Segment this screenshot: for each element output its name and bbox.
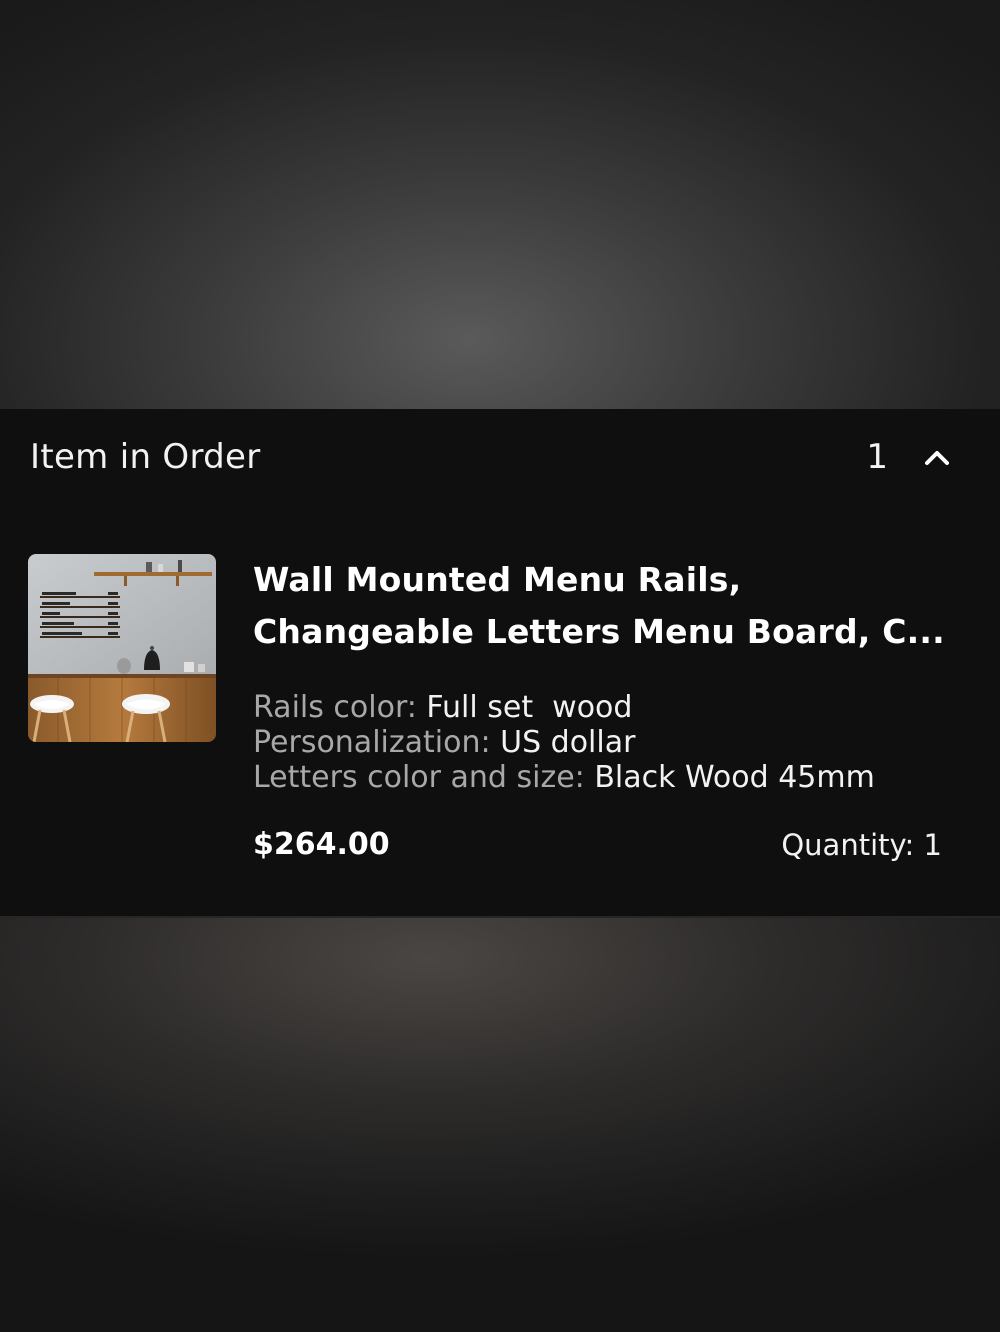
item-quantity: Quantity: 1 [781,827,942,862]
item-count: 1 [866,437,888,477]
attribute-rails-color: Rails color: Full set wood [253,690,953,725]
backdrop-bottom [0,918,1000,1332]
attribute-value: US dollar [500,725,636,760]
order-screen: Item in Order 1 Wall Mounted Menu Rails,… [0,0,1000,1332]
attribute-label: Personalization: [253,725,501,760]
order-items-header[interactable]: Item in Order 1 [30,431,952,483]
chevron-up-icon[interactable] [922,442,952,472]
item-title[interactable]: Wall Mounted Menu Rails, Changeable Lett… [253,554,953,658]
item-title-line1: Wall Mounted Menu Rails, [253,560,742,599]
attribute-label: Letters color and size: [253,760,595,795]
item-title-line2: Changeable Letters Menu Board, C... [253,612,945,651]
item-price: $264.00 [253,827,390,862]
product-thumbnail[interactable] [28,554,216,742]
backdrop-top [0,0,1000,409]
order-items-panel: Item in Order 1 Wall Mounted Menu Rails,… [0,409,1000,918]
item-attributes: Rails color: Full set wood Personalizati… [253,690,953,795]
panel-title: Item in Order [30,437,261,477]
item-details: Wall Mounted Menu Rails, Changeable Lett… [253,554,953,795]
attribute-value: Black Wood 45mm [594,760,875,795]
attribute-label: Rails color: [253,690,427,725]
attribute-personalization: Personalization: US dollar [253,725,953,760]
attribute-letters-color-size: Letters color and size: Black Wood 45mm [253,760,953,795]
attribute-value: Full set wood [426,690,633,725]
price-quantity-row: $264.00 Quantity: 1 [253,827,942,862]
collapse-toggle[interactable]: 1 [866,437,952,477]
